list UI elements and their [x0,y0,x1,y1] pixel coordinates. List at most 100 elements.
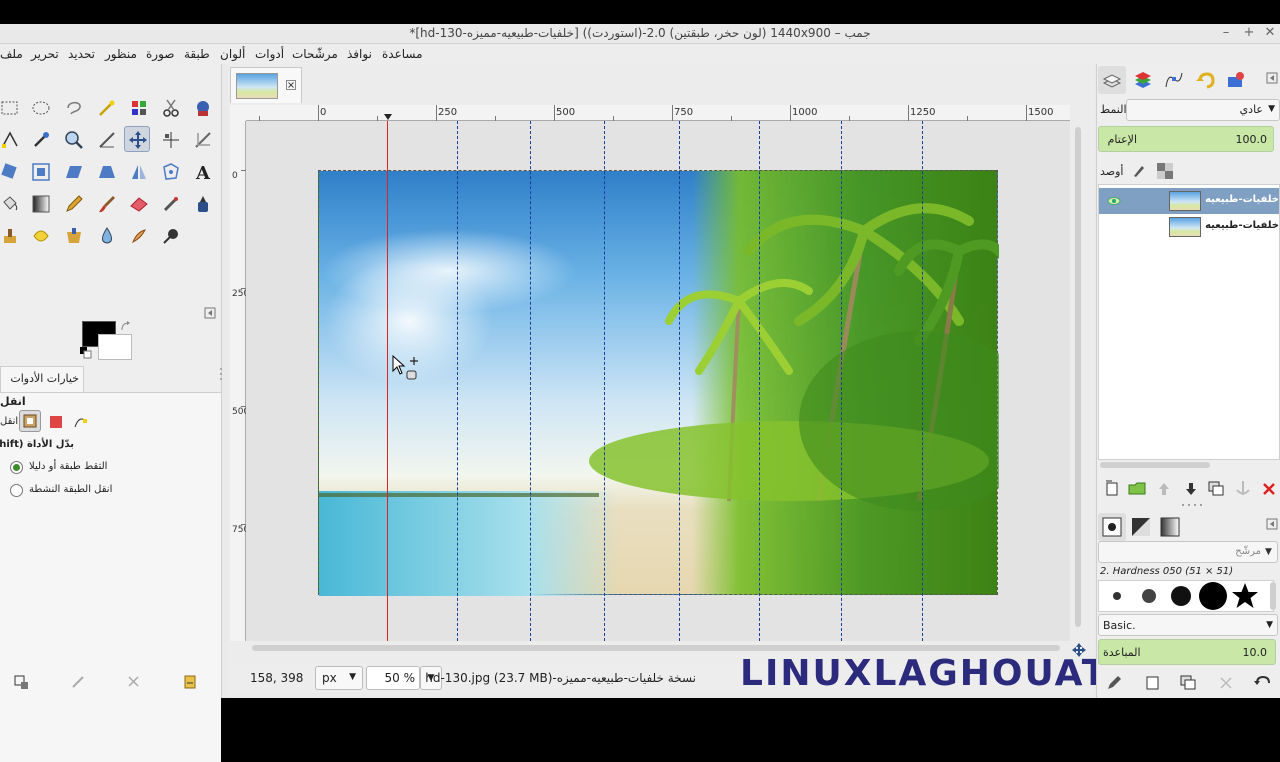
menu-windows[interactable]: نوافذ [347,47,372,61]
perspective-clone-tool[interactable] [61,223,87,249]
pick-layer-or-guide-radio[interactable] [10,461,23,474]
menu-image[interactable]: صورة [146,47,174,61]
bucket-fill-tool[interactable] [0,191,23,217]
background-color-swatch[interactable] [98,334,132,360]
color-select-tool[interactable] [126,95,152,121]
delete-tool-preset-icon[interactable] [126,674,142,690]
rect-select-tool[interactable] [0,95,23,121]
move-active-layer-radio[interactable] [10,484,23,497]
airbrush-tool[interactable] [158,191,184,217]
configure-tab-icon[interactable] [1266,72,1278,84]
menu-filters[interactable]: مرشّحات [292,47,338,61]
close-tab-icon[interactable] [286,80,296,90]
vscroll-thumb[interactable] [1075,127,1081,627]
guide-line[interactable] [679,121,680,641]
tab-images[interactable] [1222,66,1250,94]
tab-layers[interactable] [1098,66,1126,94]
guide-line[interactable] [457,121,458,641]
tab-paths[interactable] [1160,66,1188,94]
zoom-input[interactable]: 50 % [366,666,420,690]
move-path-mode-icon[interactable] [74,415,88,429]
maximize-button[interactable]: + [1241,25,1257,41]
visibility-eye-icon[interactable] [1107,194,1121,208]
blur-tool[interactable] [94,223,120,249]
guide-line[interactable] [530,121,531,641]
anchor-layer-icon[interactable] [1232,478,1254,500]
brush-item[interactable] [1133,581,1165,611]
scissors-tool[interactable] [158,95,184,121]
ellipse-select-tool[interactable] [28,95,54,121]
toolbox-resize-handle[interactable] [218,364,224,394]
menu-edit[interactable]: تحرير [31,47,59,61]
align-tool[interactable] [158,127,184,153]
fuzzy-select-tool[interactable] [94,95,120,121]
guide-line[interactable] [841,121,842,641]
eraser-tool[interactable] [126,191,152,217]
close-button[interactable]: ✕ [1262,25,1278,41]
menu-help[interactable]: مساعدة [382,47,423,61]
shear-tool[interactable] [61,159,87,185]
menu-layer[interactable]: طبقة [184,47,210,61]
menu-tools[interactable]: أدوات [255,47,284,61]
brush-grid-scrollbar[interactable] [1270,582,1276,610]
text-tool[interactable]: A [190,159,216,185]
layer-name[interactable]: خلفيات-طبيعيه-مميزه-hd-130.jpg [1205,194,1279,205]
duplicate-layer-icon[interactable] [1206,478,1228,500]
brush-item[interactable] [1165,581,1197,611]
guide-line[interactable] [759,121,760,641]
tab-brushes[interactable] [1098,513,1126,541]
configure-tab-icon[interactable] [1266,518,1278,530]
ink-tool[interactable] [190,191,216,217]
layer-row[interactable]: خلفيات-طبيعيه-مميزه-hd-130.jpg [1099,214,1279,240]
edit-brush-icon[interactable] [1104,672,1126,694]
horizontal-ruler[interactable]: 0 250 500 750 1000 1250 1500 [246,105,1070,121]
tab-channels[interactable] [1129,66,1157,94]
layer-mode-select[interactable]: عادي ▼ [1126,99,1280,121]
scale-tool[interactable] [28,159,54,185]
zoom-tool[interactable] [61,127,87,153]
brush-item[interactable] [1229,581,1261,611]
vertical-ruler[interactable]: 0 250 500 750 [230,121,249,641]
tab-gradients[interactable] [1156,513,1184,541]
move-layer-mode-button[interactable] [19,410,41,432]
new-layer-group-icon[interactable] [1127,478,1149,500]
color-picker-tool[interactable] [28,127,54,153]
dock-separator-handle[interactable] [1180,502,1204,508]
refresh-brushes-icon[interactable] [1252,672,1274,694]
layer-name[interactable]: خلفيات-طبيعيه-مميزه-hd-130.jpg [1205,220,1279,231]
guide-line[interactable] [604,121,605,641]
tab-undo-history[interactable] [1191,66,1219,94]
tab-patterns[interactable] [1127,513,1155,541]
move-selection-mode-icon[interactable] [49,415,63,429]
default-colors-icon[interactable] [80,347,92,359]
perspective-tool[interactable] [94,159,120,185]
layer-list-scrollbar[interactable] [1100,460,1276,470]
smudge-tool[interactable] [126,223,152,249]
brush-preset-select[interactable]: Basic. ▼ [1098,614,1278,636]
new-layer-icon[interactable] [1103,478,1125,500]
vertical-scrollbar[interactable] [1070,105,1086,641]
duplicate-brush-icon[interactable] [1178,672,1200,694]
brush-spacing-slider[interactable]: المباعدة 10.0 [1098,639,1276,665]
cage-transform-tool[interactable] [158,159,184,185]
brush-item[interactable] [1197,581,1229,611]
menu-select[interactable]: تحديد [68,47,95,61]
lasso-tool[interactable] [61,95,87,121]
blend-tool[interactable] [28,191,54,217]
move-tool[interactable] [124,126,150,152]
dodge-burn-tool[interactable] [158,223,184,249]
paintbrush-tool[interactable] [94,191,120,217]
rotate-tool[interactable] [0,159,23,185]
guide-line[interactable] [922,121,923,641]
lock-pixels-icon[interactable] [1131,163,1147,179]
minimize-button[interactable]: – [1218,25,1234,41]
new-brush-icon[interactable] [1142,672,1164,694]
canvas-viewport[interactable] [246,121,1070,641]
flip-tool[interactable] [126,159,152,185]
image-tab[interactable] [230,67,302,103]
swap-colors-icon[interactable] [120,321,132,333]
brush-item[interactable] [1101,581,1133,611]
tool-options-tab[interactable]: خيارات الأدوات [0,366,84,392]
measure-tool[interactable] [94,127,120,153]
reset-tool-options-icon[interactable] [182,674,198,690]
